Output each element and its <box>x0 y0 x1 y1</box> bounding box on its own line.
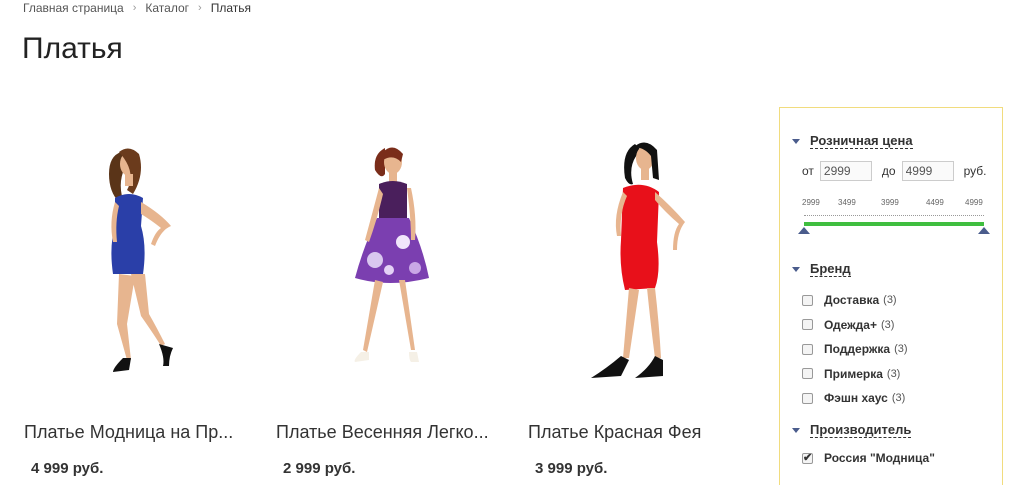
scale-label: 4499 <box>926 198 944 207</box>
brand-option[interactable]: Поддержка (3) <box>802 337 908 362</box>
brand-label: Фэшн хаус <box>824 391 888 406</box>
price-currency: руб. <box>963 164 987 178</box>
maker-filter-toggle[interactable]: Производитель <box>792 422 912 438</box>
brand-label: Одежда+ <box>824 317 877 332</box>
product-card[interactable]: Платье Весенняя Легко... 2 999 руб. <box>275 130 510 477</box>
brand-checkbox[interactable] <box>802 343 813 355</box>
scale-label: 3499 <box>838 198 856 207</box>
product-name[interactable]: Платье Красная Фея <box>528 422 763 443</box>
brand-option[interactable]: Фэшн хаус (3) <box>802 386 908 411</box>
product-image[interactable] <box>275 130 510 390</box>
brand-label: Поддержка <box>824 342 891 357</box>
product-image[interactable] <box>23 130 258 390</box>
page-title: Платья <box>22 32 123 65</box>
maker-checkbox[interactable] <box>802 451 813 464</box>
price-to-label: до <box>881 164 896 178</box>
brand-checkbox[interactable] <box>802 294 813 306</box>
price-filter-title: Розничная цена <box>810 133 913 149</box>
brand-count: (3) <box>883 294 897 307</box>
price-range-inputs: от до руб. <box>802 161 986 181</box>
chevron-right-icon: › <box>198 2 202 14</box>
price-from-input[interactable] <box>819 161 872 181</box>
brand-count: (3) <box>886 367 901 380</box>
brand-checkbox[interactable] <box>802 319 813 331</box>
breadcrumb-current: Платья <box>210 1 251 15</box>
brand-option[interactable]: Доставка (3) <box>802 288 908 313</box>
product-price: 3 999 руб. <box>535 460 608 477</box>
scale-label: 4999 <box>965 198 983 207</box>
price-to-input[interactable] <box>901 161 954 181</box>
brand-filter-title: Бренд <box>810 261 851 277</box>
breadcrumb: Главная страница › Каталог › Платья <box>23 1 251 15</box>
scale-label: 3999 <box>881 198 899 207</box>
triangle-down-icon <box>792 427 800 433</box>
price-filter-toggle[interactable]: Розничная цена <box>792 133 913 149</box>
brand-filter-toggle[interactable]: Бренд <box>792 261 851 277</box>
product-card[interactable]: Платье Красная Фея 3 999 руб. <box>527 130 762 477</box>
price-slider-max-handle[interactable] <box>978 227 990 234</box>
filter-panel: Розничная цена от до руб. 2999 3499 3999… <box>779 107 1003 485</box>
breadcrumb-catalog-link[interactable]: Каталог <box>145 1 189 15</box>
brand-option[interactable]: Примерка (3) <box>802 362 908 387</box>
price-slider-range <box>804 222 984 226</box>
product-name[interactable]: Платье Весенняя Легко... <box>276 422 511 443</box>
breadcrumb-home-link[interactable]: Главная страница <box>23 1 124 15</box>
product-card[interactable]: Платье Модница на Пр... 4 999 руб. <box>23 130 258 477</box>
brand-label: Доставка <box>824 293 880 308</box>
maker-filter-title: Производитель <box>810 422 912 438</box>
brand-list: Доставка (3) Одежда+ (3) Поддержка (3) П… <box>802 288 908 411</box>
brand-count: (3) <box>891 392 906 405</box>
brand-label: Примерка <box>824 366 883 381</box>
product-image[interactable] <box>527 130 762 390</box>
price-slider[interactable]: 2999 3499 3999 4499 4999 <box>798 198 990 238</box>
chevron-right-icon: › <box>132 2 137 14</box>
brand-option[interactable]: Одежда+ (3) <box>802 313 908 338</box>
product-price: 2 999 руб. <box>283 460 356 477</box>
triangle-down-icon <box>792 266 800 272</box>
product-name[interactable]: Платье Модница на Пр... <box>24 422 259 443</box>
triangle-down-icon <box>792 138 800 144</box>
maker-option[interactable]: Россия "Модница" <box>802 451 935 465</box>
brand-checkbox[interactable] <box>802 392 813 404</box>
brand-count: (3) <box>880 318 895 331</box>
brand-checkbox[interactable] <box>802 368 813 380</box>
product-price: 4 999 руб. <box>31 460 104 477</box>
price-scale-ticks <box>804 210 984 216</box>
maker-label: Россия "Модница" <box>824 451 935 465</box>
price-from-label: от <box>802 164 814 178</box>
scale-label: 2999 <box>802 198 820 207</box>
brand-count: (3) <box>894 343 908 356</box>
price-slider-min-handle[interactable] <box>798 227 810 234</box>
